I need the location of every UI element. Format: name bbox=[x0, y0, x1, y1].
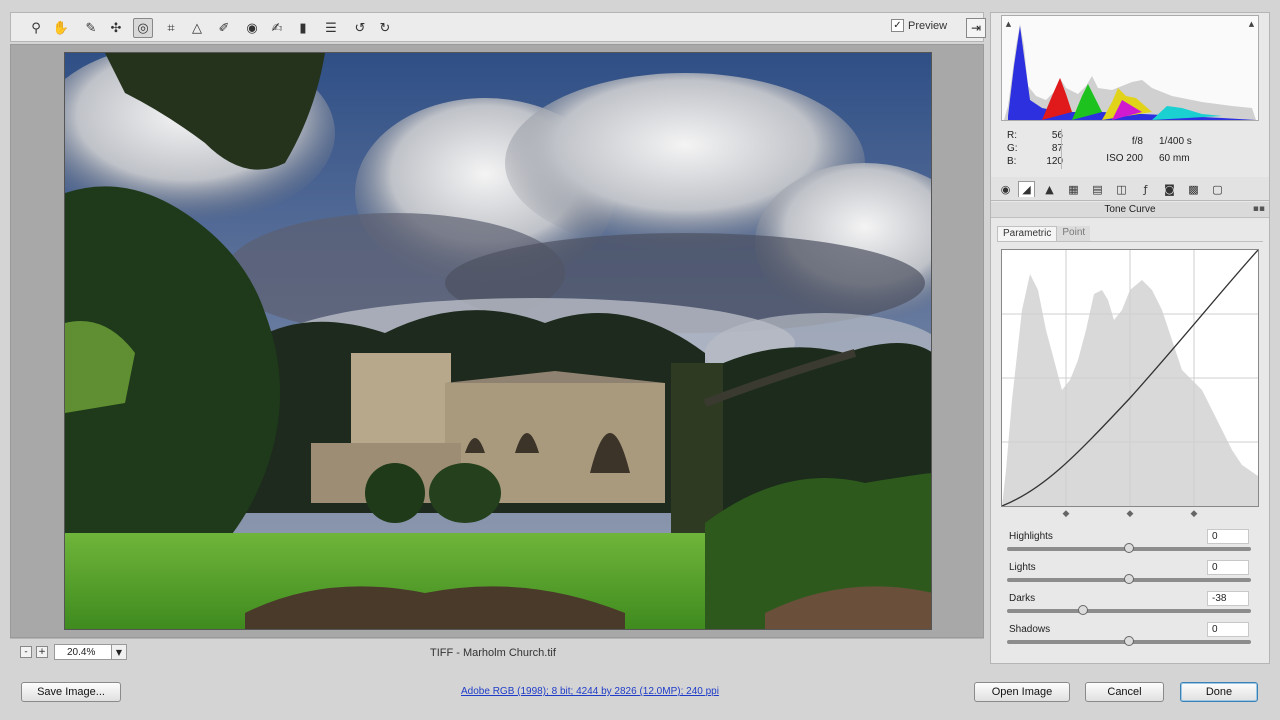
slider-lights: Lights 0 bbox=[1007, 560, 1253, 590]
shutter-speed: 1/400 s bbox=[1159, 136, 1192, 147]
fullscreen-toggle-button[interactable]: ⇥ bbox=[966, 18, 986, 38]
panel-title-text: Tone Curve bbox=[1104, 204, 1156, 215]
zoom-dropdown-button[interactable]: ▼ bbox=[111, 644, 127, 660]
shadow-clipping-icon[interactable]: ▲ bbox=[1004, 20, 1013, 29]
slider-thumb[interactable] bbox=[1077, 605, 1088, 615]
presets-tab-icon[interactable]: ▩ bbox=[1185, 181, 1202, 197]
red-eye-tool-button[interactable]: ◉ bbox=[242, 18, 262, 38]
targeted-adjustment-tool-button[interactable]: ◎ bbox=[133, 18, 153, 38]
tab-point[interactable]: Point bbox=[1057, 226, 1091, 242]
slider-value-field[interactable]: -38 bbox=[1207, 591, 1249, 606]
split-handle-shadows[interactable]: ◆ bbox=[1061, 510, 1071, 519]
tone-curve-svg bbox=[1001, 249, 1259, 507]
slider-label: Highlights bbox=[1009, 531, 1053, 542]
detail-tab-icon[interactable]: ▲ bbox=[1041, 181, 1058, 197]
iso: ISO 200 bbox=[1106, 153, 1143, 164]
basic-tab-icon[interactable]: ◉ bbox=[997, 181, 1014, 197]
lens-corrections-tab-icon[interactable]: ◫ bbox=[1113, 181, 1130, 197]
zoom-level-field[interactable]: 20.4% bbox=[54, 644, 114, 660]
histogram-graph bbox=[1004, 24, 1256, 120]
snapshots-tab-icon[interactable]: ▢ bbox=[1209, 181, 1226, 197]
camera-raw-dialog: ✓ Preview ⇥ ⚲✋✎✣◎⌗△✐◉✍▮☰↺↻ bbox=[0, 0, 1280, 720]
church-landscape-image bbox=[65, 53, 931, 629]
split-handle-highlights[interactable]: ◆ bbox=[1189, 510, 1199, 519]
slider-thumb[interactable] bbox=[1124, 636, 1134, 646]
r-label: R: bbox=[1007, 130, 1017, 141]
panel-tab-bar: ◉ ◢ ▲ ▦ ▤ ◫ ƒ ◙ ▩ ▢ bbox=[991, 177, 1269, 201]
slider-thumb[interactable] bbox=[1124, 574, 1134, 584]
straighten-tool-button[interactable]: △ bbox=[187, 18, 207, 38]
tab-parametric[interactable]: Parametric bbox=[997, 226, 1058, 242]
white-balance-tool-button[interactable]: ✎ bbox=[81, 18, 101, 38]
panel-menu-icon[interactable]: ▪▪ bbox=[1253, 202, 1265, 217]
b-label: B: bbox=[1007, 156, 1017, 167]
spot-removal-tool-button[interactable]: ✐ bbox=[214, 18, 234, 38]
zoom-in-button[interactable]: + bbox=[36, 646, 48, 658]
rgb-readout: R: 56 G: 87 B: 120 bbox=[1007, 129, 1063, 168]
split-handle-midtones[interactable]: ◆ bbox=[1125, 510, 1135, 519]
slider-value-field[interactable]: 0 bbox=[1207, 622, 1249, 637]
slider-label: Lights bbox=[1009, 562, 1036, 573]
tone-curve-subtabs: Parametric Point bbox=[997, 226, 1091, 242]
file-title: TIFF - Marholm Church.tif bbox=[430, 647, 556, 659]
rotate-right-tool-button[interactable]: ↻ bbox=[375, 18, 395, 38]
slider-value-field[interactable]: 0 bbox=[1207, 529, 1249, 544]
exif-info: f/8 1/400 s ISO 200 60 mm bbox=[1091, 133, 1192, 167]
tone-curve-graph[interactable] bbox=[1001, 249, 1259, 507]
chevron-down-icon: ▼ bbox=[115, 647, 123, 657]
aperture: f/8 bbox=[1131, 136, 1143, 147]
graduated-filter-tool-button[interactable]: ▮ bbox=[293, 18, 313, 38]
preferences-tool-button[interactable]: ☰ bbox=[321, 18, 341, 38]
subtab-divider bbox=[997, 241, 1263, 242]
rotate-left-tool-button[interactable]: ↺ bbox=[350, 18, 370, 38]
slider-shadows: Shadows 0 bbox=[1007, 622, 1253, 652]
color-sampler-tool-button[interactable]: ✣ bbox=[106, 18, 126, 38]
panel-title: Tone Curve ▪▪ bbox=[991, 202, 1269, 218]
effects-tab-icon[interactable]: ƒ bbox=[1137, 181, 1154, 197]
preview-toggle[interactable]: ✓ Preview bbox=[891, 19, 947, 32]
hsl-tab-icon[interactable]: ▦ bbox=[1065, 181, 1082, 197]
tone-curve-tab-icon[interactable]: ◢ bbox=[1018, 181, 1035, 197]
crop-tool-button[interactable]: ⌗ bbox=[161, 18, 181, 38]
workflow-options-link[interactable]: Adobe RGB (1998); 8 bit; 4244 by 2826 (1… bbox=[461, 686, 719, 697]
slider-track[interactable] bbox=[1007, 609, 1251, 613]
cancel-button[interactable]: Cancel bbox=[1085, 682, 1164, 702]
camera-calibration-tab-icon[interactable]: ◙ bbox=[1161, 181, 1178, 197]
slider-label: Shadows bbox=[1009, 624, 1051, 635]
image-info: R: 56 G: 87 B: 120 f/8 1/400 s ISO 200 60 mm bbox=[1001, 125, 1259, 179]
dialog-footer: Save Image... Adobe RGB (1998); 8 bit; 4… bbox=[0, 672, 1280, 720]
preview-label: Preview bbox=[908, 19, 948, 32]
slider-thumb[interactable] bbox=[1124, 543, 1134, 553]
save-image-button[interactable]: Save Image... bbox=[21, 682, 121, 702]
slider-label: Darks bbox=[1009, 593, 1036, 604]
hand-tool-button[interactable]: ✋ bbox=[51, 18, 71, 38]
toolbar: ✓ Preview ⇥ ⚲ ✋ ✎ ✣ ◎ ⌗ △ ✐ ◉ ✍ ▮ ☰ ↺ ↻ bbox=[10, 12, 986, 42]
split-toning-tab-icon[interactable]: ▤ bbox=[1089, 181, 1106, 197]
slider-highlights: Highlights 0 bbox=[1007, 529, 1253, 559]
focal-length: 60 mm bbox=[1159, 153, 1190, 164]
highlight-clipping-icon[interactable]: ▲ bbox=[1247, 20, 1256, 29]
adjustment-panel: ▲ ▲ R: 56 G: 87 B: 120 f/8 1/400 s ISO 200 bbox=[990, 12, 1270, 664]
zoom-out-button[interactable]: - bbox=[20, 646, 32, 658]
open-image-button[interactable]: Open Image bbox=[974, 682, 1070, 702]
done-button[interactable]: Done bbox=[1180, 682, 1258, 702]
photo-preview[interactable] bbox=[64, 52, 932, 630]
slider-value-field[interactable]: 0 bbox=[1207, 560, 1249, 575]
fullscreen-icon: ⇥ bbox=[970, 21, 982, 35]
g-label: G: bbox=[1007, 143, 1018, 154]
slider-darks: Darks -38 bbox=[1007, 591, 1253, 621]
histogram: ▲ ▲ bbox=[1001, 15, 1259, 121]
preview-checkbox[interactable]: ✓ bbox=[891, 19, 904, 32]
info-divider bbox=[1061, 129, 1062, 169]
status-bar: - + 20.4% ▼ TIFF - Marholm Church.tif bbox=[10, 638, 984, 664]
image-preview-area bbox=[10, 44, 984, 638]
adjustment-brush-tool-button[interactable]: ✍ bbox=[267, 18, 287, 38]
zoom-tool-button[interactable]: ⚲ bbox=[26, 18, 46, 38]
